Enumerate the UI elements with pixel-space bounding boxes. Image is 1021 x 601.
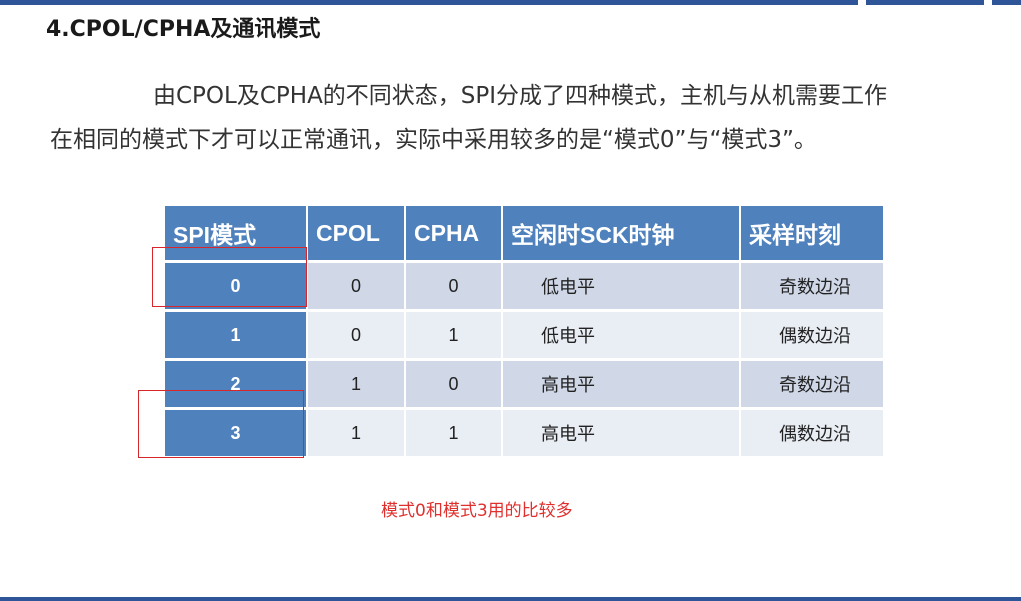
cell-idle: 高电平 xyxy=(502,408,741,456)
description-paragraph: 由CPOL及CPHA的不同状态，SPI分成了四种模式，主机与从机需要工作 在相同… xyxy=(50,74,980,162)
cell-sample: 偶数边沿 xyxy=(740,310,883,361)
cell-cpha: 0 xyxy=(405,359,503,410)
paragraph-line: 在相同的模式下才可以正常通讯，实际中采用较多的是“模式0”与“模式3”。 xyxy=(50,127,817,153)
cell-sample: 奇数边沿 xyxy=(740,261,883,312)
top-accent-bar-segment xyxy=(992,0,1021,5)
table-row: 1 0 1 低电平 偶数边沿 xyxy=(165,310,883,361)
header-cpol: CPOL xyxy=(307,206,406,263)
cell-cpol: 1 xyxy=(307,408,406,456)
cell-cpol: 0 xyxy=(307,310,406,361)
cell-idle: 低电平 xyxy=(502,261,741,312)
paragraph-line: 由CPOL及CPHA的不同状态，SPI分成了四种模式，主机与从机需要工作 xyxy=(153,83,888,109)
cell-idle: 低电平 xyxy=(502,310,741,361)
cell-cpol: 1 xyxy=(307,359,406,410)
top-accent-bar xyxy=(0,0,858,5)
header-idle-sck: 空闲时SCK时钟 xyxy=(502,206,741,263)
cell-cpha: 1 xyxy=(405,310,503,361)
cell-sample: 奇数边沿 xyxy=(740,359,883,410)
cell-mode: 1 xyxy=(165,310,308,361)
highlight-box-mode-0 xyxy=(152,247,307,307)
cell-sample: 偶数边沿 xyxy=(740,408,883,456)
slide-title: 4.CPOL/CPHA及通讯模式 xyxy=(46,17,321,42)
bottom-accent-bar xyxy=(0,597,1021,601)
header-cpha: CPHA xyxy=(405,206,503,263)
cell-cpha: 1 xyxy=(405,408,503,456)
cell-cpha: 0 xyxy=(405,261,503,312)
highlight-box-mode-3 xyxy=(138,390,304,458)
cell-cpol: 0 xyxy=(307,261,406,312)
cell-idle: 高电平 xyxy=(502,359,741,410)
top-accent-bar-segment xyxy=(866,0,984,5)
header-sample-time: 采样时刻 xyxy=(740,206,883,263)
annotation-note: 模式0和模式3用的比较多 xyxy=(381,501,573,521)
